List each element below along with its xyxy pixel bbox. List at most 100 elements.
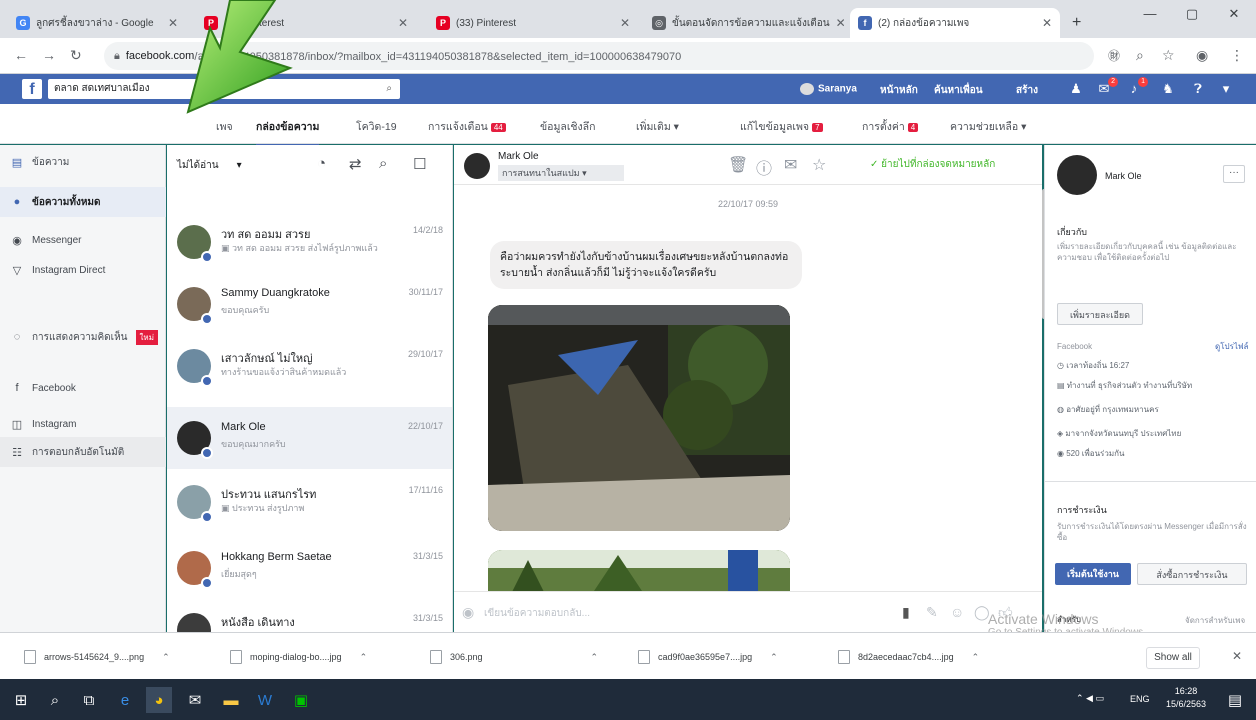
- envelope-icon[interactable]: ✉: [784, 155, 797, 175]
- profile-link[interactable]: Saranya: [800, 83, 857, 95]
- more-options-button[interactable]: ···: [1223, 165, 1245, 183]
- payment-order-button[interactable]: สั่งซื้อการชำระเงิน: [1137, 563, 1247, 585]
- sidebar-item-auto-reply[interactable]: ☷ การตอบกลับอัตโนมัติ: [0, 437, 166, 467]
- chevron-down-icon[interactable]: ▾: [1218, 81, 1234, 97]
- search-icon[interactable]: ⌕: [386, 79, 392, 99]
- browser-tab-4[interactable]: ◎ ขั้นตอนจัดการข้อความและแจ้งเตือน ✕: [644, 8, 844, 38]
- system-tray-icons[interactable]: ⌃ ◀ ▭: [1076, 693, 1104, 704]
- manage-page-link[interactable]: จัดการสำหรับเพจ: [1185, 615, 1245, 626]
- line-icon[interactable]: ▣: [288, 687, 314, 713]
- download-item[interactable]: 306.png ⌃: [430, 645, 598, 669]
- notifications-icon[interactable]: ♪ 1: [1126, 77, 1148, 97]
- star-icon[interactable]: ☆: [812, 155, 826, 175]
- windows-start-icon[interactable]: ⊞: [8, 687, 34, 713]
- sidebar-item-instagram[interactable]: ◫ Instagram: [0, 409, 166, 439]
- profile-icon[interactable]: ◉: [1196, 47, 1208, 64]
- messenger-icon[interactable]: ✉ 2: [1096, 77, 1118, 97]
- move-to-inbox-button[interactable]: ✓ ย้ายไปที่กล่องจดหมายหลัก: [870, 157, 995, 172]
- help-icon[interactable]: ❓︎: [1190, 81, 1206, 97]
- tab-more[interactable]: เพิ่มเติม ▾: [636, 118, 679, 135]
- list-item[interactable]: ประทวน แสนกรไรท ▣ ประทวน ส่งรูปภาพ 17/11…: [167, 471, 452, 533]
- trash-icon[interactable]: 🗑︎: [728, 155, 748, 175]
- add-details-button[interactable]: เพิ่มรายละเอียด: [1057, 303, 1143, 325]
- search-icon[interactable]: ⌕: [42, 687, 68, 713]
- close-icon[interactable]: ✕: [836, 16, 844, 30]
- reload-icon[interactable]: ↻: [70, 47, 82, 64]
- sidebar-item-messages[interactable]: ▤ ข้อความ: [0, 147, 166, 177]
- bookmark-star-icon[interactable]: ☆: [1162, 47, 1175, 64]
- message-composer[interactable]: ◉ เขียนข้อความตอบกลับ... ▮ ✎ ☺ ◯ 👍︎: [454, 591, 1042, 631]
- info-icon[interactable]: ⓘ: [756, 155, 772, 179]
- nav-find-friends[interactable]: ค้นหาเพื่อน: [934, 83, 983, 98]
- tab-edit-page[interactable]: แก้ไขข้อมูลเพจ 7: [740, 118, 823, 135]
- chevron-up-icon[interactable]: ⌃: [770, 652, 778, 663]
- pen-icon[interactable]: ✎: [926, 604, 938, 621]
- zoom-icon[interactable]: ⌕: [1136, 47, 1144, 64]
- chevron-up-icon[interactable]: ⌃: [972, 652, 980, 663]
- close-icon[interactable]: ✕: [1232, 649, 1242, 663]
- get-started-button[interactable]: เริ่มต้นใช้งาน: [1055, 563, 1131, 585]
- new-message-icon[interactable]: ◔: [317, 155, 326, 172]
- chevron-up-icon[interactable]: ⌃: [591, 652, 599, 663]
- pages-icon[interactable]: ♞: [1160, 81, 1176, 97]
- new-tab-button[interactable]: +: [1064, 8, 1090, 38]
- close-icon[interactable]: ✕: [620, 16, 630, 30]
- browser-tab-5[interactable]: f (2) กล่องข้อความเพจ ✕: [850, 8, 1060, 38]
- tab-settings[interactable]: การตั้งค่า 4: [862, 118, 919, 135]
- tab-inbox[interactable]: กล่องข้อความ: [256, 118, 320, 147]
- download-item[interactable]: 8d2aecedaac7cb4....jpg ⌃: [838, 645, 979, 669]
- facebook-logo-icon[interactable]: f: [22, 79, 42, 99]
- message-photo[interactable]: [488, 305, 790, 531]
- list-item[interactable]: วท สด ออมม สวรย ▣ วท สด ออมม สวรย ส่งไฟล…: [167, 211, 452, 273]
- sidebar-item-all-messages[interactable]: ● ข้อความทั้งหมด: [0, 187, 166, 217]
- mail-icon[interactable]: ✉: [182, 687, 208, 713]
- show-all-button[interactable]: Show all: [1146, 647, 1200, 669]
- view-profile-link[interactable]: ดูโปรไฟล์: [1215, 341, 1248, 352]
- download-item[interactable]: moping-dialog-bo....jpg ⌃: [230, 645, 367, 669]
- tab-help[interactable]: ความช่วยเหลือ ▾: [950, 118, 1026, 135]
- friends-icon[interactable]: ♟: [1068, 81, 1084, 97]
- chevron-down-icon[interactable]: ▾: [237, 160, 242, 171]
- tab-insights[interactable]: ข้อมูลเชิงลึก: [540, 118, 595, 135]
- close-window-button[interactable]: ✕: [1214, 6, 1254, 22]
- sidebar-item-instagram-direct[interactable]: ▽ Instagram Direct: [0, 255, 166, 285]
- tab-page[interactable]: เพจ: [216, 118, 233, 135]
- minimize-button[interactable]: —: [1130, 6, 1170, 21]
- sidebar-item-facebook[interactable]: f Facebook: [0, 373, 166, 403]
- language-indicator[interactable]: ENG: [1130, 694, 1150, 704]
- tab-covid[interactable]: โควิด-19: [356, 118, 397, 135]
- list-item[interactable]: Mark Ole ขอบคุณมากครับ 22/10/17: [167, 407, 452, 469]
- search-icon[interactable]: ⌕: [379, 155, 387, 172]
- notification-center-icon[interactable]: ▤: [1222, 687, 1248, 713]
- contact-name[interactable]: Mark Ole: [1105, 171, 1142, 181]
- download-item[interactable]: cad9f0ae36595e7....jpg ⌃: [638, 645, 778, 669]
- list-item[interactable]: Sammy Duangkratoke ขอบคุณครับ 30/11/17: [167, 273, 452, 335]
- word-icon[interactable]: W: [252, 687, 278, 713]
- edge-icon[interactable]: e: [112, 687, 138, 713]
- tab-notifications[interactable]: การแจ้งเตือน 44: [428, 118, 506, 135]
- file-explorer-icon[interactable]: ▬: [218, 687, 244, 713]
- browser-tab-3[interactable]: P (33) Pinterest ✕: [428, 8, 638, 38]
- checkbox-icon[interactable]: ☐: [413, 155, 426, 173]
- nav-create[interactable]: สร้าง: [1016, 83, 1038, 98]
- list-item[interactable]: หนังสือ เดินทาง 31/3/15: [167, 599, 452, 632]
- menu-dots-icon[interactable]: ⋮: [1230, 47, 1244, 64]
- chevron-up-icon[interactable]: ⌃: [162, 652, 170, 663]
- download-item[interactable]: arrows-5145624_9....png ⌃: [24, 645, 170, 669]
- close-icon[interactable]: ✕: [398, 16, 408, 30]
- list-item[interactable]: เสาวลักษณ์ ไม่ใหญ่ ทางร้านขอแจ้งว่าสินค้…: [167, 335, 452, 397]
- thread-contact-name[interactable]: Mark Ole: [498, 151, 539, 162]
- clock[interactable]: 16:28 15/6/2563: [1166, 685, 1206, 711]
- attachment-icon[interactable]: ◉: [462, 604, 474, 621]
- nav-home[interactable]: หน้าหลัก: [880, 83, 918, 98]
- filter-dropdown[interactable]: ไม่ได้อ่าน: [177, 158, 219, 173]
- sliders-icon[interactable]: ⇄: [349, 155, 362, 173]
- file-icon[interactable]: ▮: [902, 604, 910, 621]
- emoji-icon[interactable]: ☺: [950, 604, 964, 620]
- close-icon[interactable]: ✕: [1042, 16, 1052, 30]
- thread-status-dropdown[interactable]: การสนทนาในสแปม ▾: [498, 165, 624, 181]
- task-view-icon[interactable]: ⧉: [76, 687, 102, 713]
- composer-input[interactable]: เขียนข้อความตอบกลับ...: [484, 606, 590, 621]
- sidebar-item-messenger[interactable]: ◉ Messenger: [0, 225, 166, 255]
- sidebar-item-comments[interactable]: ◌ การแสดงความคิดเห็น ใหม่: [0, 317, 166, 357]
